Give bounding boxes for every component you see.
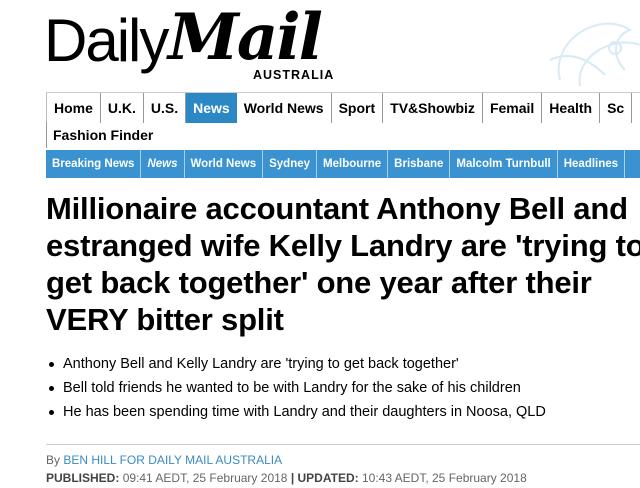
subnav-item-news[interactable]: News <box>141 150 185 178</box>
nav-item-tv-showbiz[interactable]: TV&Showbiz <box>383 93 483 123</box>
article-headline: Millionaire accountant Anthony Bell and … <box>46 191 640 337</box>
logo-edition: AUSTRALIA <box>253 68 335 82</box>
nav-item-u-s[interactable]: U.S. <box>144 93 187 123</box>
subnav-item-world-news[interactable]: World News <box>185 150 264 178</box>
primary-nav: Home U.K. U.S. News World News Sport TV&Showbi… <box>46 92 640 123</box>
nav-item-news[interactable]: News <box>186 93 237 123</box>
nav-item-world-news[interactable]: World News <box>237 93 332 123</box>
nav-item-fashion-finder[interactable]: Fashion Finder <box>46 122 159 148</box>
subnav-item-headlines[interactable]: Headlines <box>558 150 626 178</box>
logo-mail[interactable]: Mail <box>168 2 323 74</box>
subnav-item-breaking-news[interactable]: Breaking News <box>46 150 142 178</box>
updated-label: UPDATED: <box>297 471 359 485</box>
byline-prefix: By <box>46 453 61 467</box>
nav-item-health[interactable]: Health <box>542 93 601 123</box>
timestamps: PUBLISHED: 09:41 AEDT, 25 February 2018 … <box>46 469 640 487</box>
subnav-item-sydney[interactable]: Sydney <box>263 150 318 178</box>
secondary-nav: Breaking News News World News Sydney Melbour… <box>46 150 640 178</box>
updated-time: 10:43 AEDT, 25 February 2018 <box>361 471 527 485</box>
summary-bullet: Bell told friends he wanted to be with L… <box>46 376 546 400</box>
article-summary-list: Anthony Bell and Kelly Landry are 'tryin… <box>46 352 546 424</box>
summary-bullet: Anthony Bell and Kelly Landry are 'tryin… <box>46 352 546 376</box>
published-time: 09:41 AEDT, 25 February 2018 <box>122 471 288 485</box>
subnav-item-melbourne[interactable]: Melbourne <box>317 150 389 178</box>
decorative-pattern-icon <box>549 22 640 86</box>
subnav-item-brisbane[interactable]: Brisbane <box>388 150 451 178</box>
nav-item-u-k[interactable]: U.K. <box>101 93 144 123</box>
published-label: PUBLISHED: <box>46 471 120 485</box>
nav-item-sport[interactable]: Sport <box>332 93 384 123</box>
masthead: Daily Mail AUSTRALIA <box>0 0 640 90</box>
nav-item-home[interactable]: Home <box>46 93 101 123</box>
subnav-item-malcolm-turnbull[interactable]: Malcolm Turnbull <box>450 150 558 178</box>
byline: By BEN HILL FOR DAILY MAIL AUSTRALIA PUB… <box>46 444 640 487</box>
nav-item-sc[interactable]: Sc <box>600 93 633 123</box>
primary-nav-row2: Fashion Finder <box>46 122 640 148</box>
logo-daily[interactable]: Daily <box>44 6 169 76</box>
nav-item-femail[interactable]: Femail <box>483 93 543 123</box>
summary-bullet: He has been spending time with Landry an… <box>46 400 546 424</box>
separator: | <box>290 471 295 485</box>
author-link[interactable]: BEN HILL FOR DAILY MAIL AUSTRALIA <box>63 453 282 467</box>
